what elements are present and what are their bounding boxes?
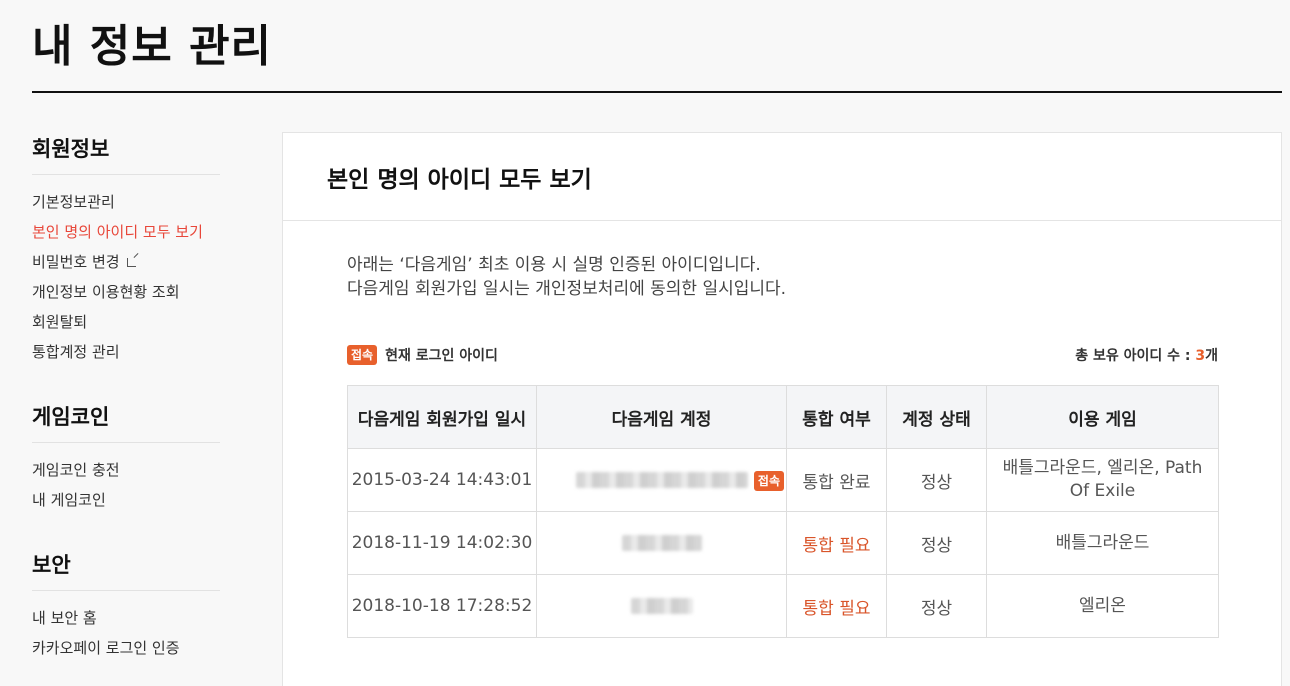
sidebar-item-my-coin[interactable]: 내 게임코인 [32, 485, 220, 515]
sidebar-item-kakaopay-auth[interactable]: 카카오페이 로그인 인증 [32, 633, 220, 663]
title-divider [32, 91, 1282, 93]
external-link-icon [126, 257, 136, 267]
cell-account-status: 정상 [886, 574, 987, 638]
sidebar-group-game-coin: 게임코인 게임코인 충전 내 게임코인 [32, 401, 220, 515]
redacted-account [630, 598, 693, 614]
cell-account: 접속 [536, 448, 787, 512]
cell-account-status: 정상 [886, 448, 987, 512]
header-join-date: 다음게임 회원가입 일시 [347, 385, 537, 449]
sidebar-item-basic-info[interactable]: 기본정보관리 [32, 187, 220, 217]
page-title: 내 정보 관리 [32, 21, 273, 72]
sidebar-heading-member: 회원정보 [32, 133, 220, 175]
redacted-account [575, 472, 748, 488]
sidebar: 회원정보 기본정보관리 본인 명의 아이디 모두 보기 비밀번호 변경 개인정보… [32, 133, 220, 686]
id-table: 다음게임 회원가입 일시 다음게임 계정 통합 여부 계정 상태 이용 게임 2… [347, 385, 1219, 638]
cell-account-status: 정상 [886, 511, 987, 575]
cell-join-date: 2015-03-24 14:43:01 [347, 448, 537, 512]
cell-merge-status: 통합 필요 [786, 511, 887, 575]
sidebar-group-member: 회원정보 기본정보관리 본인 명의 아이디 모두 보기 비밀번호 변경 개인정보… [32, 133, 220, 367]
sidebar-heading-security: 보안 [32, 549, 220, 591]
main-panel: 본인 명의 아이디 모두 보기 아래는 ‘다음게임’ 최초 이용 시 실명 인증… [282, 132, 1282, 686]
sidebar-item-label: 비밀번호 변경 [32, 253, 120, 271]
summary-row: 접속 현재 로그인 아이디 총 보유 아이디 수 : 3개 [347, 345, 1218, 365]
redacted-account [621, 535, 702, 551]
cell-account [536, 511, 787, 575]
description-line-1: 아래는 ‘다음게임’ 최초 이용 시 실명 인증된 아이디입니다. [347, 255, 761, 275]
header-account: 다음게임 계정 [536, 385, 787, 449]
total-unit: 개 [1205, 348, 1218, 364]
sidebar-item-integrated-account[interactable]: 통합계정 관리 [32, 337, 220, 367]
sidebar-item-label: 기본정보관리 [32, 193, 115, 211]
table-row: 2015-03-24 14:43:01 접속 통합 완료 정상 배틀그라운드, … [347, 448, 1219, 512]
cell-merge-status: 통합 필요 [786, 574, 887, 638]
table-row: 2018-11-19 14:02:30 통합 필요 정상 배틀그라운드 [347, 511, 1219, 575]
sidebar-group-security: 보안 내 보안 홈 카카오페이 로그인 인증 [32, 549, 220, 663]
sidebar-item-label: 내 보안 홈 [32, 609, 97, 627]
login-badge: 접속 [347, 345, 378, 365]
total-count: 3 [1195, 348, 1206, 364]
header-account-status: 계정 상태 [886, 385, 987, 449]
sidebar-item-label: 통합계정 관리 [32, 343, 120, 361]
sidebar-item-coin-charge[interactable]: 게임코인 충전 [32, 455, 220, 485]
cell-merge-status: 통합 완료 [786, 448, 887, 512]
cell-games: 배틀그라운드 [986, 511, 1219, 575]
panel-header: 본인 명의 아이디 모두 보기 [283, 133, 1281, 221]
sidebar-item-security-home[interactable]: 내 보안 홈 [32, 603, 220, 633]
sidebar-item-view-all-ids[interactable]: 본인 명의 아이디 모두 보기 [32, 217, 220, 247]
cell-games: 배틀그라운드, 엘리온, Path Of Exile [986, 448, 1219, 512]
sidebar-item-label: 카카오페이 로그인 인증 [32, 639, 180, 657]
cell-join-date: 2018-10-18 17:28:52 [347, 574, 537, 638]
cell-games: 엘리온 [986, 574, 1219, 638]
login-badge: 접속 [753, 471, 784, 491]
sidebar-item-label: 개인정보 이용현황 조회 [32, 283, 180, 301]
sidebar-item-label: 내 게임코인 [32, 491, 106, 509]
cell-join-date: 2018-11-19 14:02:30 [347, 511, 537, 575]
total-id-count: 총 보유 아이디 수 : 3개 [1075, 345, 1218, 365]
table-row: 2018-10-18 17:28:52 통합 필요 정상 엘리온 [347, 574, 1219, 638]
sidebar-item-change-password[interactable]: 비밀번호 변경 [32, 247, 220, 277]
current-login-legend: 접속 현재 로그인 아이디 [347, 345, 498, 365]
sidebar-item-withdraw[interactable]: 회원탈퇴 [32, 307, 220, 337]
sidebar-item-label: 회원탈퇴 [32, 313, 88, 331]
current-login-label: 현재 로그인 아이디 [385, 348, 498, 364]
header-games: 이용 게임 [986, 385, 1219, 449]
sidebar-heading-game-coin: 게임코인 [32, 401, 220, 443]
sidebar-item-label: 게임코인 충전 [32, 461, 120, 479]
sidebar-item-label: 본인 명의 아이디 모두 보기 [32, 223, 203, 241]
sidebar-item-privacy-usage[interactable]: 개인정보 이용현황 조회 [32, 277, 220, 307]
description: 아래는 ‘다음게임’ 최초 이용 시 실명 인증된 아이디입니다. 다음게임 회… [347, 253, 786, 301]
total-label: 총 보유 아이디 수 : [1075, 348, 1196, 364]
description-line-2: 다음게임 회원가입 일시는 개인정보처리에 동의한 일시입니다. [347, 279, 787, 299]
cell-account [536, 574, 787, 638]
panel-title: 본인 명의 아이디 모두 보기 [327, 166, 592, 193]
table-header-row: 다음게임 회원가입 일시 다음게임 계정 통합 여부 계정 상태 이용 게임 [347, 385, 1219, 449]
header-merge-status: 통합 여부 [786, 385, 887, 449]
